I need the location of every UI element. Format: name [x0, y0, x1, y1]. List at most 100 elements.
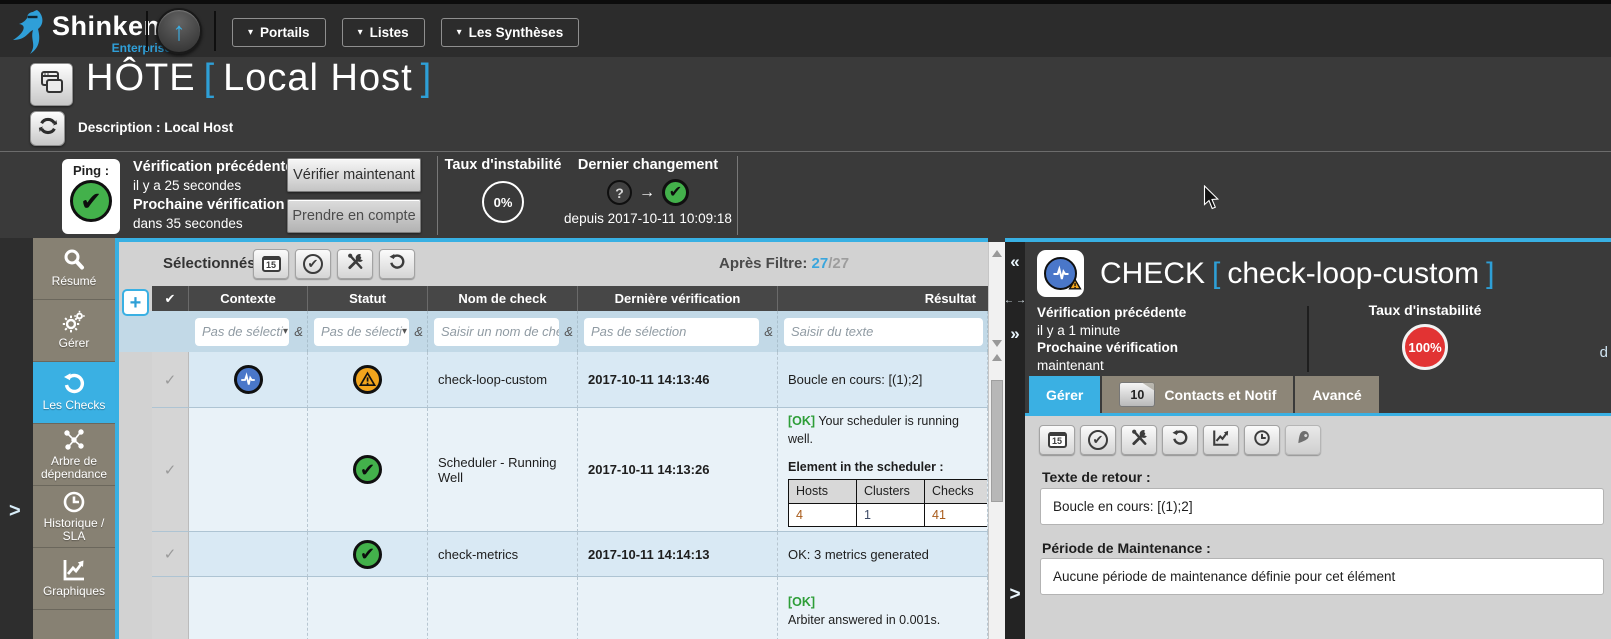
sidebar-item-les-checks[interactable]: Les Checks — [33, 362, 115, 424]
column-statut[interactable]: Statut — [308, 286, 428, 311]
graph-button[interactable] — [1203, 425, 1239, 455]
windows-button[interactable] — [30, 63, 73, 106]
flapping-rate-badge: 100% — [1402, 324, 1448, 370]
left-collapse-rail: > — [0, 238, 33, 639]
acknowledge-button[interactable]: ✔ — [1080, 425, 1116, 455]
resultat-filter-input[interactable]: Saisir du texte — [784, 318, 983, 346]
clipped-text: d — [1600, 344, 1608, 361]
expand-panel-button[interactable]: » — [1005, 324, 1025, 344]
clock-icon — [62, 490, 86, 514]
ping-label: Ping : — [62, 163, 120, 178]
acknowledge-selection-button[interactable]: ✔ — [295, 249, 331, 279]
scrollbar-thumb[interactable] — [991, 380, 1003, 502]
table-row[interactable]: [OK] Arbiter answered in 0.001s. Connect… — [119, 577, 988, 639]
next-check-block: Prochaine vérification dans 35 secondes — [133, 196, 313, 232]
divider — [737, 156, 738, 235]
sidebar-item-historique-sla[interactable]: Historique / SLA — [33, 486, 115, 548]
collapse-panel-button[interactable]: « — [1005, 252, 1025, 272]
sidebar-item-graphiques[interactable]: Graphiques — [33, 548, 115, 610]
last-check-time: 2017-10-11 14:13:46 — [578, 352, 778, 408]
column-resultat[interactable]: Résultat — [778, 286, 988, 311]
expand-sidebar-button[interactable]: > — [9, 500, 21, 523]
table-row[interactable]: ✓ check-loop-custom 2017-10-11 14:13:46 … — [119, 352, 988, 408]
derniere-filter-input[interactable]: Pas de sélection — [584, 318, 759, 346]
object-name: Local Host — [223, 57, 413, 99]
return-text-label: Texte de retour : — [1042, 469, 1151, 485]
scroll-down-icon[interactable] — [992, 340, 1002, 347]
add-filter-button[interactable]: + — [122, 289, 149, 316]
recheck-button[interactable] — [379, 249, 415, 279]
ok-state-icon: ✔ — [662, 179, 689, 206]
chevron-down-icon: ▾ — [283, 326, 288, 337]
tab-avance[interactable]: Avancé — [1295, 376, 1378, 413]
pin-icon — [1294, 429, 1312, 452]
nom-filter-input[interactable]: Saisir un nom de che — [434, 318, 559, 346]
sidebar-item-arbre-dependance[interactable]: Arbre de dépendance — [33, 424, 115, 486]
detail-title: CHECK[check-loop-custom] — [1100, 257, 1501, 291]
check-now-button[interactable]: Vérifier maintenant — [287, 158, 421, 192]
last-change-since: depuis 2017-10-11 10:09:18 — [553, 211, 743, 226]
tools-button[interactable] — [337, 249, 373, 279]
row-select-checkbox[interactable]: ✓ — [152, 352, 189, 408]
table-header-row: ✔ Contexte Statut Nom de check Dernière … — [119, 286, 988, 311]
detail-type: CHECK — [1100, 257, 1205, 290]
resize-panel-handle[interactable]: ←→ — [1005, 294, 1025, 306]
shinken-app: Shinken™ Enterprise ↑ ▾Portails ▾Listes … — [0, 0, 1611, 639]
row-select-checkbox[interactable]: ✓ — [152, 532, 189, 577]
table-filter-row: Pas de sélecti▾ & Pas de sélecti▾ & Sais… — [119, 311, 988, 352]
acknowledge-button[interactable]: Prendre en compte — [287, 199, 421, 233]
column-derniere-verification[interactable]: Dernière vérification — [578, 286, 778, 311]
scroll-up-icon[interactable] — [992, 354, 1002, 361]
table-row[interactable]: ✓ ✔ Scheduler - Running Well 2017-10-11 … — [119, 408, 988, 532]
filter-cell-derniere: Pas de sélection & — [578, 311, 778, 352]
table-scrollbar[interactable] — [988, 242, 1005, 639]
sidebar-item-gerer[interactable]: Gérer — [33, 300, 115, 362]
check-name: Scheduler - Running Well — [428, 408, 578, 532]
chevron-down-icon: ▾ — [457, 27, 462, 38]
expand-bottom-button[interactable]: > — [1005, 584, 1025, 606]
menu-syntheses[interactable]: ▾Les Synthèses — [441, 18, 580, 47]
scheduler-elements-table: Hosts Clusters Checks 4 1 41 — [788, 479, 988, 526]
statut-filter-select[interactable]: Pas de sélecti▾ — [314, 318, 409, 346]
recheck-button[interactable] — [1162, 425, 1198, 455]
menu-listes[interactable]: ▾Listes — [342, 18, 425, 47]
check-icon: ✔ — [165, 291, 176, 307]
chevron-down-icon: ▾ — [402, 326, 407, 337]
warning-badge-icon — [1068, 278, 1082, 296]
scroll-top-button[interactable]: ↑ — [156, 8, 202, 54]
top-bar: Shinken™ Enterprise ↑ ▾Portails ▾Listes … — [0, 0, 1611, 57]
refresh-button[interactable] — [30, 111, 65, 146]
clock-icon — [1253, 429, 1271, 452]
tab-gerer[interactable]: Gérer — [1029, 376, 1100, 413]
sidebar-item-resume[interactable]: Résumé — [33, 238, 115, 300]
scroll-up-icon[interactable] — [992, 250, 1002, 257]
sidebar: Résumé Gérer Les Checks — [33, 238, 115, 639]
contexte-filter-select[interactable]: Pas de sélecti▾ — [195, 318, 289, 346]
return-text-field[interactable]: Boucle en cours: [(1);2] — [1040, 488, 1604, 525]
previous-check-block: Vérification précédente il y a 25 second… — [133, 158, 313, 194]
row-select-checkbox[interactable]: ✓ — [152, 408, 189, 532]
table-row[interactable]: ✓ ✔ check-metrics 2017-10-11 14:14:13 OK… — [119, 532, 988, 577]
filter-cell-contexte: Pas de sélecti▾ & — [189, 311, 308, 352]
column-contexte[interactable]: Contexte — [189, 286, 308, 311]
flapping-rate-badge: 0% — [482, 181, 524, 223]
downtime-button[interactable]: 15 — [253, 249, 289, 279]
brand-text: Shinken™ Enterprise — [52, 13, 171, 55]
menu-portails[interactable]: ▾Portails — [232, 18, 326, 47]
row-select-checkbox[interactable] — [152, 577, 189, 639]
downtime-button[interactable]: 15 — [1039, 425, 1075, 455]
unknown-state-icon: ? — [607, 180, 632, 205]
ok-status-icon: ✔ — [353, 540, 382, 569]
check-circle-icon: ✔ — [303, 254, 323, 274]
maintenance-period-field[interactable]: Aucune période de maintenance définie po… — [1040, 558, 1604, 595]
tag-button[interactable] — [1285, 425, 1321, 455]
bracket-close: ] — [1486, 257, 1494, 290]
column-nom-de-check[interactable]: Nom de check — [428, 286, 578, 311]
tools-button[interactable] — [1121, 425, 1157, 455]
detail-tab-content: 15 ✔ — [1025, 416, 1611, 639]
tab-contacts-notif[interactable]: 10 Contacts et Notif — [1102, 376, 1293, 413]
dependency-tree-icon — [61, 428, 87, 452]
history-button[interactable] — [1244, 425, 1280, 455]
select-all-header[interactable]: ✔ — [152, 286, 189, 311]
checks-table-panel: Sélectionnés :0 15 ✔ Après Filtre: 27/27 — [115, 238, 988, 639]
